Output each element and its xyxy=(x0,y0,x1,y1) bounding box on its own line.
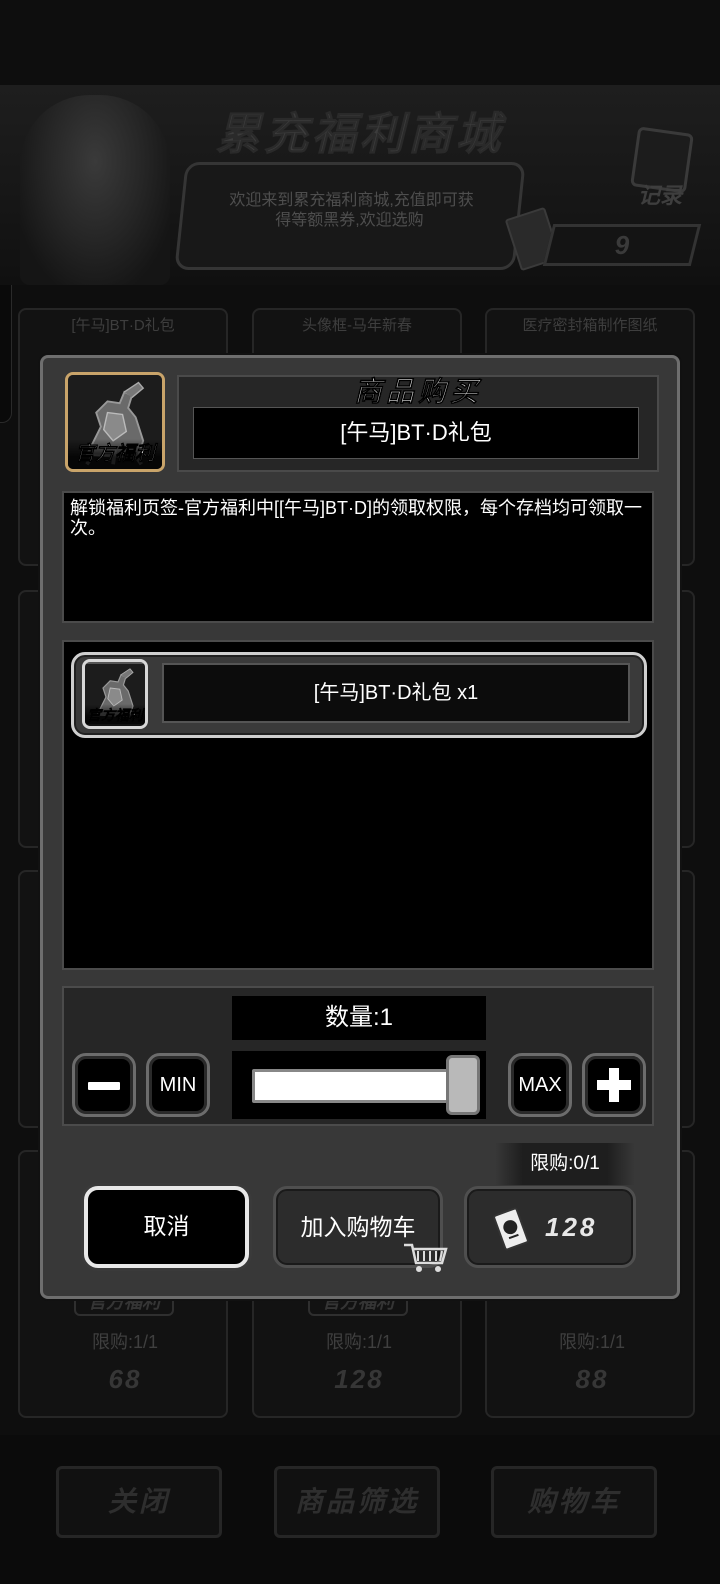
product-description: 解锁福利页签-官方福利中[[午马]BT·D]的领取权限，每个存档均可领取一次。 xyxy=(62,491,654,623)
ticket-balance: 9 xyxy=(542,224,702,266)
item-icon: 官方福利 xyxy=(82,659,148,729)
buy-button[interactable]: 128 xyxy=(464,1186,636,1268)
shop-card-limit: 限购:1/1 xyxy=(91,1332,159,1352)
max-button[interactable]: MAX xyxy=(508,1053,572,1117)
slider-fill xyxy=(252,1069,456,1103)
quantity-label: 数量:1 xyxy=(232,996,486,1040)
shop-card-label: 头像框-马年新春 xyxy=(302,317,412,334)
purchase-limit: 限购:0/1 xyxy=(495,1143,635,1185)
product-name: [午马]BT·D礼包 xyxy=(193,407,639,459)
npc-portrait xyxy=(20,95,170,285)
add-to-cart-label: 加入购物车 xyxy=(300,1214,416,1240)
cart-button[interactable]: 购物车 xyxy=(491,1466,657,1538)
welcome-text-line2: 得等额黑券,欢迎选购 xyxy=(275,212,424,229)
dialog-title: 商品购买 xyxy=(353,375,482,408)
shop-card-price: 128 xyxy=(334,1364,384,1394)
black-ticket-icon xyxy=(493,1207,529,1251)
purchase-dialog: 官方福利 商品购买 [午马]BT·D礼包 解锁福利页签-官方福利中[[午马]BT… xyxy=(40,355,680,1299)
shop-card-price: 88 xyxy=(575,1364,609,1394)
dialog-header: 商品购买 [午马]BT·D礼包 xyxy=(177,375,659,472)
decrease-button[interactable] xyxy=(72,1053,136,1117)
item-icon-caption: 官方福利 xyxy=(85,704,145,726)
shopping-cart-icon xyxy=(404,1243,448,1272)
shop-card-label: 医疗密封箱制作图纸 xyxy=(522,317,658,334)
add-to-cart-button[interactable]: 加入购物车 xyxy=(273,1186,448,1272)
record-label[interactable]: 记录 xyxy=(630,178,690,210)
welcome-text-line1: 欢迎来到累充福利商城,充值即可获 xyxy=(229,192,474,209)
welcome-speech-bubble: 欢迎来到累充福利商城,充值即可获 得等额黑券,欢迎选购 xyxy=(174,162,526,270)
filter-button[interactable]: 商品筛选 xyxy=(274,1466,440,1538)
quantity-panel: 数量:1 MIN MAX xyxy=(62,986,654,1126)
shop-card-limit: 限购:1/1 xyxy=(558,1332,626,1352)
shop-card-label: [午马]BT·D礼包 xyxy=(71,317,175,334)
list-item[interactable]: 官方福利 [午马]BT·D礼包 x1 xyxy=(71,652,647,738)
slider-thumb[interactable] xyxy=(446,1055,480,1115)
close-button[interactable]: 关闭 xyxy=(56,1466,222,1538)
shop-title: 累充福利商城 xyxy=(216,109,504,161)
item-name: [午马]BT·D礼包 x1 xyxy=(162,663,630,723)
quantity-slider[interactable] xyxy=(232,1051,486,1119)
increase-button[interactable] xyxy=(582,1053,646,1117)
min-button[interactable]: MIN xyxy=(146,1053,210,1117)
shop-card-limit: 限购:1/1 xyxy=(325,1332,393,1352)
contents-list: 官方福利 [午马]BT·D礼包 x1 xyxy=(62,640,654,970)
minus-icon xyxy=(88,1082,120,1090)
cancel-button[interactable]: 取消 xyxy=(84,1186,249,1268)
product-icon: 官方福利 xyxy=(65,372,165,472)
shop-card-price: 68 xyxy=(108,1364,142,1394)
product-icon-caption: 官方福利 xyxy=(68,439,162,469)
buy-price: 128 xyxy=(545,1212,598,1242)
